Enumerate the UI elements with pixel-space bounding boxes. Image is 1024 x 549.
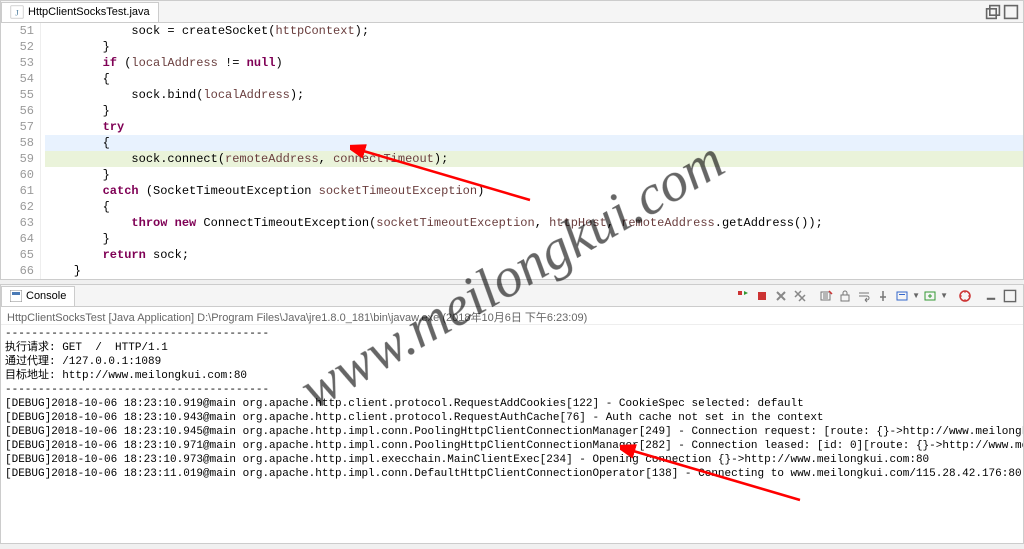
code-line[interactable]: {	[45, 71, 1023, 87]
editor-tab-active[interactable]: J HttpClientSocksTest.java	[1, 2, 159, 22]
maximize-icon[interactable]	[1003, 4, 1019, 20]
terminate-relaunch-icon[interactable]	[734, 288, 752, 304]
line-number: 66	[1, 263, 34, 279]
code-line[interactable]: }	[45, 103, 1023, 119]
line-number-gutter: 51525354555657585960616263646566	[1, 23, 41, 279]
code-line[interactable]: {	[45, 135, 1023, 151]
tab-filename: HttpClientSocksTest.java	[28, 6, 150, 18]
console-icon	[10, 290, 22, 302]
console-output[interactable]: ----------------------------------------…	[1, 325, 1023, 543]
line-number: 57	[1, 119, 34, 135]
code-line[interactable]: sock.connect(remoteAddress, connectTimeo…	[45, 151, 1023, 167]
code-line[interactable]: catch (SocketTimeoutException socketTime…	[45, 183, 1023, 199]
code-line[interactable]: }	[45, 167, 1023, 183]
line-number: 58	[1, 135, 34, 151]
code-line[interactable]: }	[45, 39, 1023, 55]
console-toolbar: ▼ ▼	[734, 288, 1023, 304]
line-number: 61	[1, 183, 34, 199]
word-wrap-icon[interactable]	[855, 288, 873, 304]
code-line[interactable]: if (localAddress != null)	[45, 55, 1023, 71]
line-number: 59	[1, 151, 34, 167]
line-number: 63	[1, 215, 34, 231]
restore-icon[interactable]	[985, 4, 1001, 20]
console-launch-info: HttpClientSocksTest [Java Application] D…	[1, 307, 1023, 325]
debug-icon[interactable]	[956, 288, 974, 304]
console-tab-bar: Console ▼ ▼	[1, 285, 1023, 307]
java-file-icon: J	[10, 5, 24, 19]
line-number: 54	[1, 71, 34, 87]
line-number: 52	[1, 39, 34, 55]
code-line[interactable]: try	[45, 119, 1023, 135]
line-number: 60	[1, 167, 34, 183]
remove-launch-icon[interactable]	[772, 288, 790, 304]
code-line[interactable]: }	[45, 231, 1023, 247]
line-number: 55	[1, 87, 34, 103]
console-tab-label: Console	[26, 290, 66, 302]
editor-toolbar-right	[985, 4, 1023, 20]
terminate-icon[interactable]	[753, 288, 771, 304]
minimize-icon[interactable]	[982, 288, 1000, 304]
code-line[interactable]: sock = createSocket(httpContext);	[45, 23, 1023, 39]
svg-text:J: J	[15, 8, 19, 18]
line-number: 62	[1, 199, 34, 215]
maximize-view-icon[interactable]	[1001, 288, 1019, 304]
open-console-icon[interactable]	[921, 288, 939, 304]
editor-tab-bar: J HttpClientSocksTest.java	[1, 1, 1023, 23]
line-number: 53	[1, 55, 34, 71]
code-line[interactable]: return sock;	[45, 247, 1023, 263]
editor-body[interactable]: 51525354555657585960616263646566 sock = …	[1, 23, 1023, 279]
console-tab[interactable]: Console	[1, 286, 75, 306]
code-area[interactable]: sock = createSocket(httpContext); } if (…	[41, 23, 1023, 279]
console-pane: Console ▼ ▼ HttpClientSocksTest [Java Ap…	[0, 284, 1024, 544]
code-line[interactable]: sock.bind(localAddress);	[45, 87, 1023, 103]
line-number: 51	[1, 23, 34, 39]
code-line[interactable]: throw new ConnectTimeoutException(socket…	[45, 215, 1023, 231]
editor-pane: J HttpClientSocksTest.java 5152535455565…	[0, 0, 1024, 280]
line-number: 56	[1, 103, 34, 119]
remove-all-icon[interactable]	[791, 288, 809, 304]
clear-console-icon[interactable]	[817, 288, 835, 304]
code-line[interactable]: }	[45, 263, 1023, 279]
pin-console-icon[interactable]	[874, 288, 892, 304]
display-selected-icon[interactable]	[893, 288, 911, 304]
scroll-lock-icon[interactable]	[836, 288, 854, 304]
code-line[interactable]: {	[45, 199, 1023, 215]
line-number: 65	[1, 247, 34, 263]
line-number: 64	[1, 231, 34, 247]
